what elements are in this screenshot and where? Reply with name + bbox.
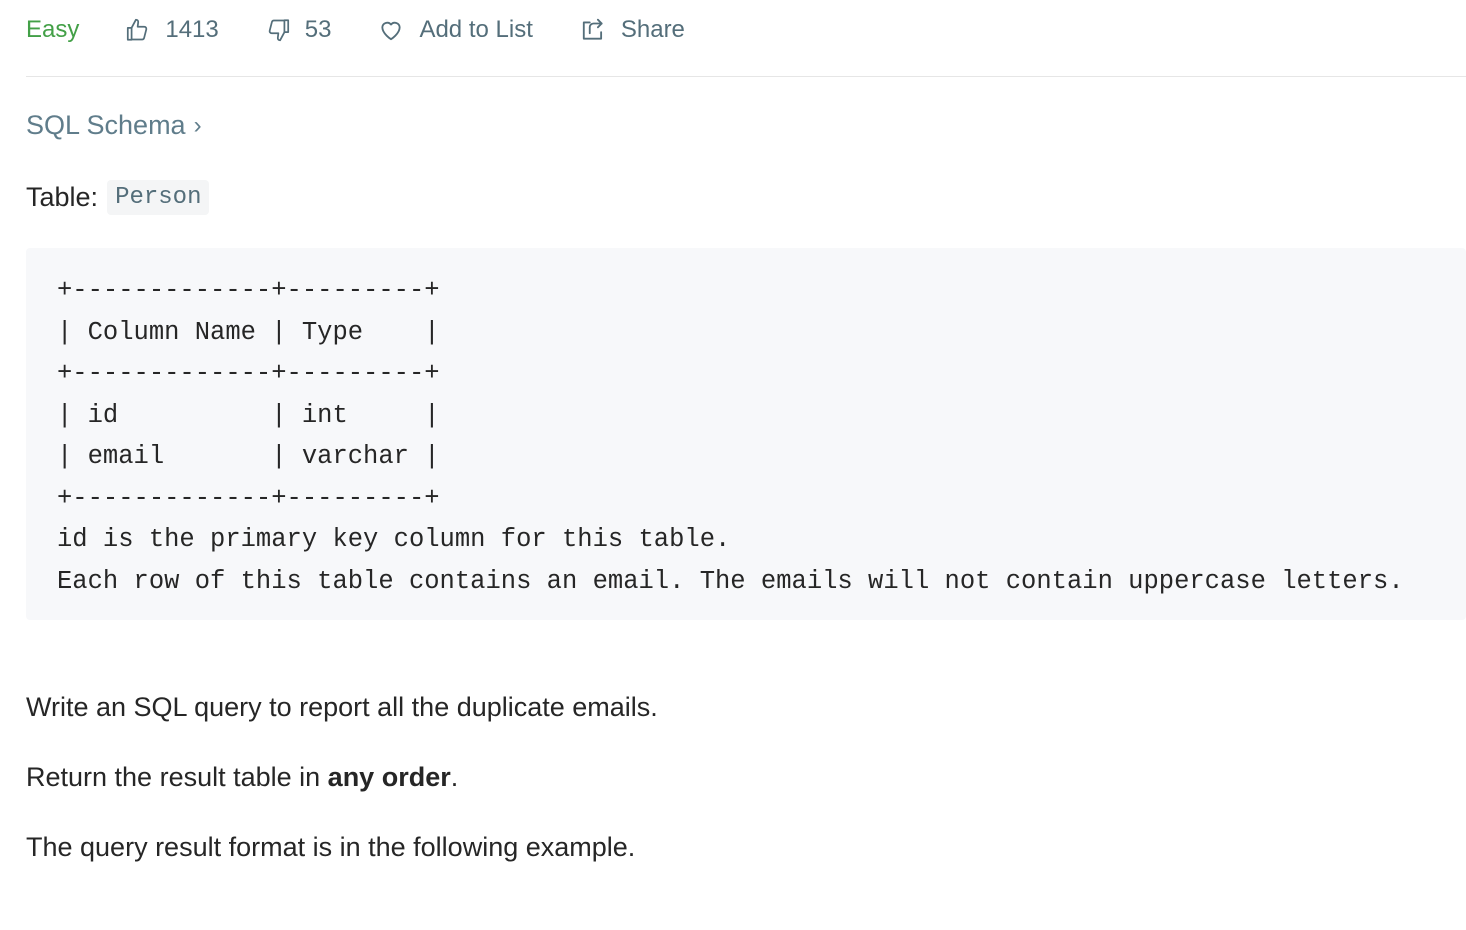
description-paragraph: Return the result table in any order. bbox=[26, 762, 458, 793]
description-text: Return the result table in bbox=[26, 762, 328, 792]
problem-toolbar: Easy 1413 53 Add to List Share bbox=[26, 0, 731, 60]
schema-line: | Column Name | Type | bbox=[57, 317, 440, 347]
share-icon bbox=[579, 16, 607, 44]
schema-line: id is the primary key column for this ta… bbox=[57, 525, 731, 554]
schema-line: | id | int | bbox=[57, 400, 440, 430]
like-button[interactable]: 1413 bbox=[123, 16, 219, 44]
table-heading: Table: Person bbox=[26, 180, 210, 215]
share-label: Share bbox=[620, 16, 685, 43]
sql-schema-link[interactable]: SQL Schema › bbox=[26, 110, 202, 141]
thumbs-down-icon bbox=[265, 16, 293, 44]
sql-schema-label: SQL Schema bbox=[26, 110, 186, 140]
dislike-count: 53 bbox=[304, 16, 332, 43]
problem-description-panel: Easy 1413 53 Add to List Share SQL Schem… bbox=[0, 0, 1466, 930]
dislike-button[interactable]: 53 bbox=[265, 16, 332, 44]
difficulty-badge: Easy bbox=[26, 16, 80, 43]
schema-line: Each row of this table contains an email… bbox=[57, 566, 1404, 596]
table-name-code: Person bbox=[107, 180, 210, 215]
schema-line: +-------------+---------+ bbox=[57, 359, 440, 388]
chevron-right-icon: › bbox=[193, 111, 202, 139]
heart-icon bbox=[377, 16, 405, 44]
thumbs-up-icon bbox=[123, 16, 151, 44]
share-button[interactable]: Share bbox=[579, 16, 685, 44]
description-paragraph: The query result format is in the follow… bbox=[26, 832, 636, 862]
toolbar-divider bbox=[26, 76, 1466, 77]
like-count: 1413 bbox=[165, 16, 219, 43]
schema-line: +-------------+---------+ bbox=[57, 276, 440, 305]
schema-line: | email | varchar | bbox=[57, 442, 440, 471]
description-text: . bbox=[450, 762, 459, 792]
schema-code-block: +-------------+---------+ | Column Name … bbox=[26, 248, 1466, 620]
description-paragraph: Write an SQL query to report all the dup… bbox=[26, 692, 658, 722]
description-bold-text: any order bbox=[327, 762, 451, 792]
add-to-list-label: Add to List bbox=[419, 16, 533, 43]
schema-code-text: +-------------+---------+ | Column Name … bbox=[57, 270, 1404, 602]
add-to-list-button[interactable]: Add to List bbox=[377, 16, 533, 44]
schema-line: +-------------+---------+ bbox=[57, 483, 440, 513]
table-heading-prefix: Table: bbox=[26, 182, 99, 212]
